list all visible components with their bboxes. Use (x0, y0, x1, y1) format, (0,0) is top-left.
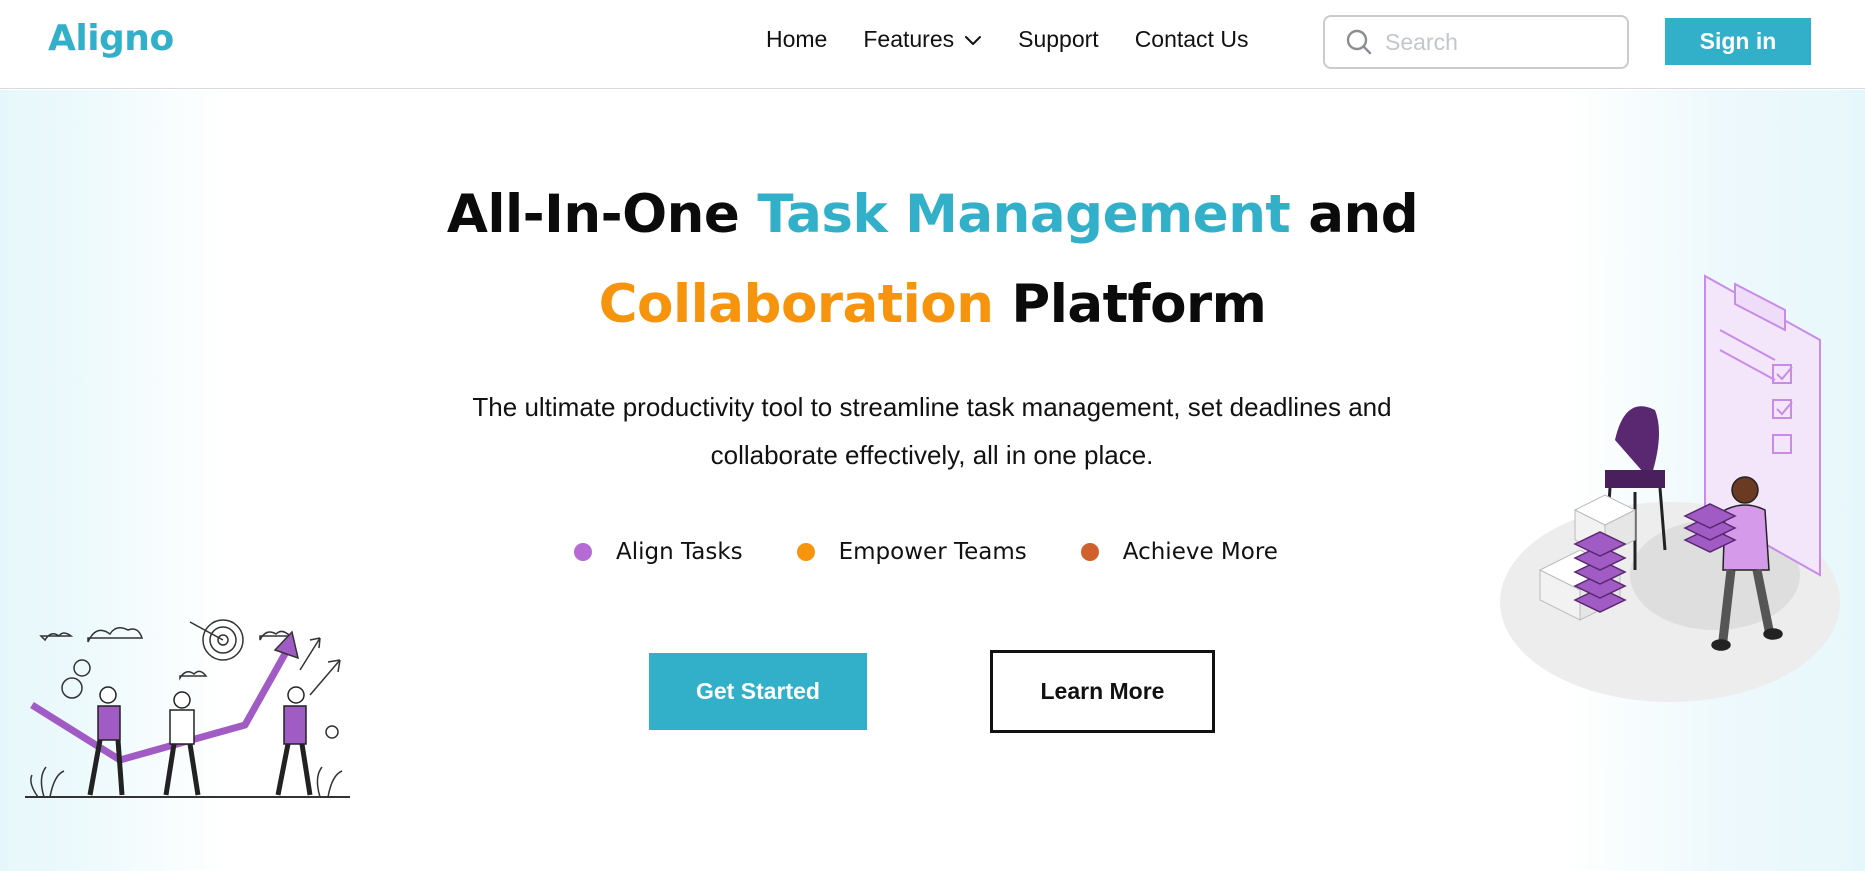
nav-link-home-label: Home (766, 26, 828, 52)
nav-links: Home Features Support Contact Us (766, 26, 1284, 53)
nav-link-contact[interactable]: Contact Us (1135, 26, 1249, 53)
bullet-dot-icon (574, 543, 592, 561)
bullet-label: Empower Teams (838, 539, 1027, 565)
top-navbar: Aligno Home Features Support Contact Us … (0, 0, 1865, 89)
bullet-label: Achieve More (1122, 539, 1278, 565)
nav-link-features[interactable]: Features (863, 26, 982, 53)
hero-section: All-In-One Task Management and Collabora… (0, 90, 1865, 871)
headline-text: Platform (993, 274, 1267, 335)
hero-subtitle-line-1: The ultimate productivity tool to stream… (472, 392, 1392, 422)
headline-line-1: All-In-One Task Management and (0, 184, 1865, 245)
sign-in-button[interactable]: Sign in (1665, 18, 1811, 65)
hero-subtitle-line-2: collaborate effectively, all in one plac… (710, 440, 1154, 470)
bullet-dot-icon (1080, 543, 1099, 561)
headline-text: and (1290, 184, 1419, 245)
bullet-dot-icon (796, 543, 815, 561)
nav-link-support[interactable]: Support (1018, 26, 1099, 53)
search-input[interactable] (1385, 28, 1605, 56)
feature-bullets: Align Tasks Empower Teams Achieve More (574, 539, 1332, 565)
bullet-empower-teams: Empower Teams (796, 539, 1027, 565)
headline-highlight-orange: Collaboration (598, 274, 994, 335)
nav-link-home[interactable]: Home (766, 26, 827, 53)
team-growth-illustration (25, 619, 350, 798)
get-started-button[interactable]: Get Started (649, 653, 867, 730)
search-box (1323, 15, 1629, 69)
headline-highlight-teal: Task Management (757, 184, 1291, 245)
checklist-woman-illustration (1500, 274, 1840, 702)
search-icon (1346, 29, 1372, 55)
bullet-achieve-more: Achieve More (1080, 539, 1278, 565)
nav-link-support-label: Support (1018, 26, 1099, 52)
headline-text: All-In-One (446, 184, 758, 245)
learn-more-button[interactable]: Learn More (990, 650, 1215, 733)
bullet-align-tasks: Align Tasks (574, 539, 743, 565)
logo[interactable]: Aligno (48, 18, 174, 59)
chevron-down-icon (965, 35, 982, 45)
nav-link-contact-label: Contact Us (1134, 26, 1249, 52)
nav-link-features-label: Features (863, 26, 955, 52)
bullet-label: Align Tasks (616, 539, 743, 565)
